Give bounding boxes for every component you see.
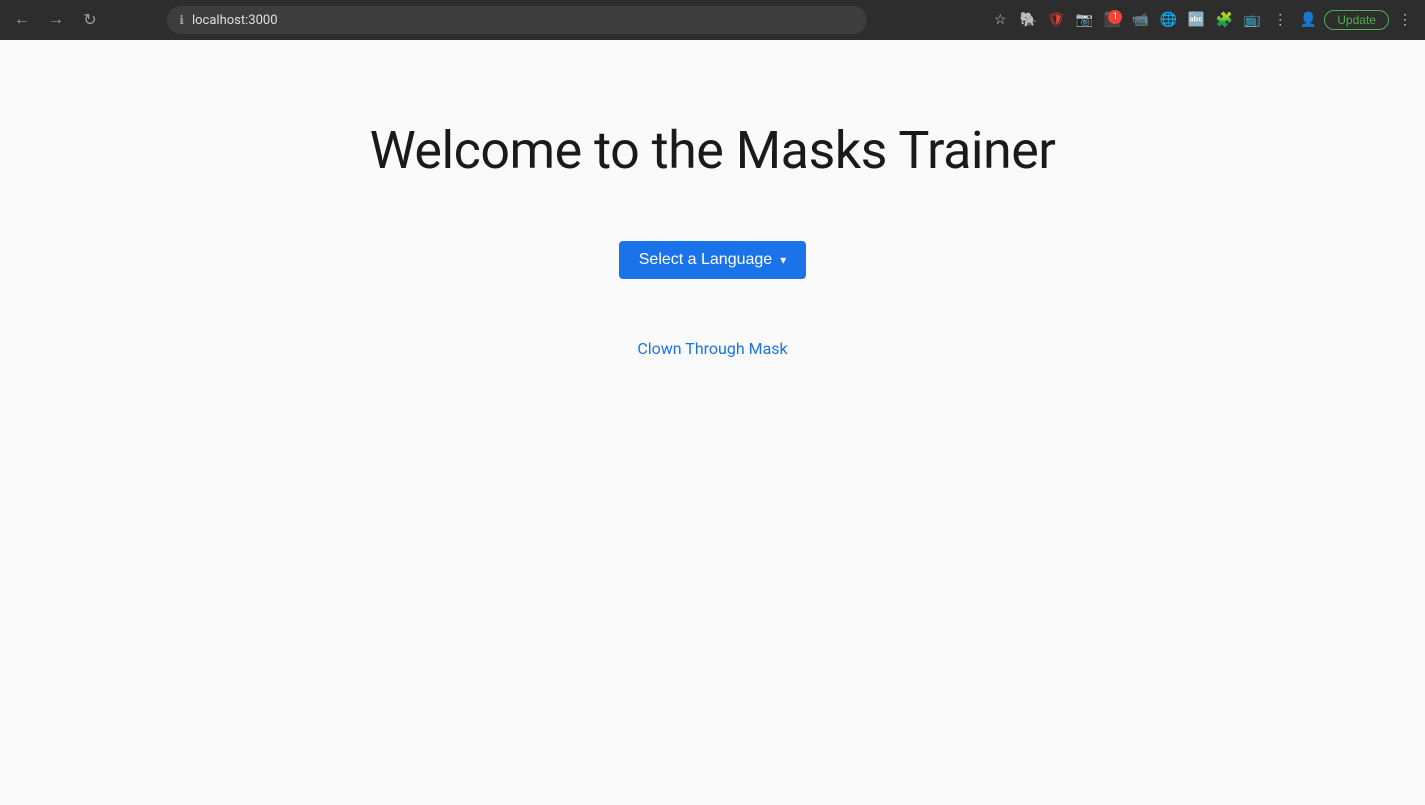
profile-avatar[interactable]: 👤 xyxy=(1296,8,1320,32)
browser-chrome: ← → ↻ ℹ localhost:3000 ☆ 🐘 🛡 📷 ⬛ 1 📹 🌐 🔤… xyxy=(0,0,1425,40)
meet-icon[interactable]: 📹 xyxy=(1128,8,1152,32)
settings-icon[interactable]: ⋮ xyxy=(1268,8,1292,32)
privacy-icon: 🛡 xyxy=(1044,8,1068,32)
camera-icon[interactable]: 📷 xyxy=(1072,8,1096,32)
back-button[interactable]: ← xyxy=(8,6,36,34)
update-button[interactable]: Update xyxy=(1324,10,1389,30)
dropdown-caret-icon: ▾ xyxy=(780,253,786,267)
forward-button[interactable]: → xyxy=(42,6,70,34)
puzzle-icon[interactable]: 🧩 xyxy=(1212,8,1236,32)
clown-through-mask-link[interactable]: Clown Through Mask xyxy=(637,339,787,358)
url-text: localhost:3000 xyxy=(192,13,278,28)
privacy-icon-wrap[interactable]: 🛡 xyxy=(1044,8,1068,32)
translate-icon[interactable]: 🔤 xyxy=(1184,8,1208,32)
toolbar-right: ☆ 🐘 🛡 📷 ⬛ 1 📹 🌐 🔤 🧩 📺 ⋮ 👤 Update ⋮ xyxy=(988,8,1417,32)
evernote-icon[interactable]: 🐘 xyxy=(1016,8,1040,32)
page-title: Welcome to the Masks Trainer xyxy=(370,120,1056,181)
extension-icon-wrap[interactable]: ⬛ 1 xyxy=(1100,8,1124,32)
edge-icon[interactable]: 🌐 xyxy=(1156,8,1180,32)
page-content: Welcome to the Masks Trainer Select a La… xyxy=(0,40,1425,805)
select-language-label: Select a Language xyxy=(639,251,772,269)
select-language-button[interactable]: Select a Language ▾ xyxy=(619,241,806,279)
address-bar[interactable]: ℹ localhost:3000 xyxy=(167,6,867,34)
info-icon: ℹ xyxy=(179,13,184,27)
reload-button[interactable]: ↻ xyxy=(76,6,104,34)
bookmark-icon[interactable]: ☆ xyxy=(988,8,1012,32)
menu-icon[interactable]: ⋮ xyxy=(1393,8,1417,32)
cast-icon[interactable]: 📺 xyxy=(1240,8,1264,32)
